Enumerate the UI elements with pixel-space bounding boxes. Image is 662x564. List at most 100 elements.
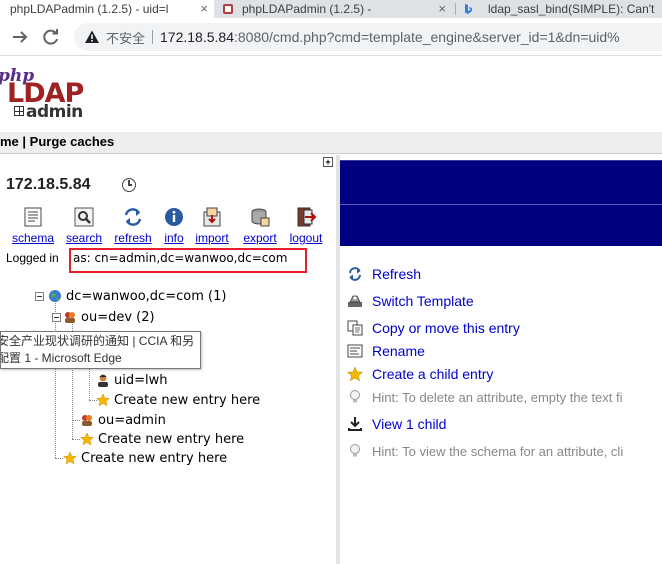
refresh-button[interactable]: refresh [110,206,156,246]
tree-connector [72,420,80,421]
close-icon[interactable]: × [200,1,208,16]
bing-icon [465,4,472,14]
collapse-toggle[interactable] [52,313,61,322]
create-entry-link-dev[interactable]: Create new entry here [80,430,244,448]
rename-action[interactable]: Rename [347,341,425,361]
star-icon [347,366,363,382]
refresh-action[interactable]: Refresh [347,264,421,284]
user-icon [98,374,108,387]
copy-move-label: Copy or move this entry [372,320,520,336]
lightbulb-icon [350,444,360,457]
highlight-box [69,248,307,273]
logged-in-label: Logged in [6,251,59,265]
purge-caches-link[interactable]: Purge caches [30,134,115,149]
url-host: 172.18.5.84 [160,29,234,45]
close-icon[interactable]: × [438,1,446,16]
tree-node-label: dc=wanwoo,dc=com (1) [66,288,227,304]
tab-title: ldap_sasl_bind(SIMPLE): Can't [488,2,655,16]
search-label: search [65,231,103,245]
rename-label: Rename [372,343,425,359]
create-entry-link-root[interactable]: Create new entry here [63,449,227,467]
expand-pane-button[interactable]: + [323,157,333,167]
export-label: export [243,231,277,245]
copy-icon [347,320,363,336]
schema-hint-text: Hint: To view the schema for an attribut… [372,443,624,459]
tree-node-root[interactable]: dc=wanwoo,dc=com (1) [48,287,226,305]
template-icon [348,295,362,307]
tree-connector [55,301,56,458]
tab-phpldapadmin[interactable]: phpLDAPadmin (1.2.5) - × [222,0,452,18]
create-entry-label: Create new entry here [98,431,245,447]
create-child-label: Create a child entry [372,366,494,382]
clock-icon [122,178,136,192]
reload-icon [43,29,58,45]
phpldapadmin-logo[interactable]: php LDAP admin [0,64,92,122]
browser-toolbar: 不安全 172.18.5.84 :8080/cmd.php?cmd=templa… [0,18,662,56]
create-entry-link-lwh[interactable]: Create new entry here [96,391,260,409]
tree-connector [55,458,63,459]
warning-icon [85,30,99,43]
browser-tab-bar: phpLDAPadmin (1.2.5) - uid=l × phpLDAPad… [0,0,662,18]
import-label: import [195,231,229,245]
create-child-action[interactable]: Create a child entry [347,364,493,384]
reload-button[interactable] [40,26,62,48]
view-child-action[interactable]: View 1 child [347,414,446,434]
export-icon [251,208,270,227]
copy-move-action[interactable]: Copy or move this entry [347,318,520,338]
star-icon [96,393,110,407]
search-icon [74,207,94,227]
tree-node-ou-admin[interactable]: ou=admin [80,411,166,429]
tree-node-uid-lwh[interactable]: uid=lwh [96,371,167,389]
tab-phpldapadmin-active[interactable]: phpLDAPadmin (1.2.5) - uid=l × [0,0,214,18]
logout-icon [297,207,317,227]
schema-button[interactable]: schema [10,206,56,246]
tooltip-line: 配置 1 - Microsoft Edge [0,351,122,365]
export-button[interactable]: export [238,206,282,246]
tree-connector [72,439,80,440]
switch-template-label: Switch Template [372,293,474,309]
delete-hint-text: Hint: To delete an attribute, empty the … [372,389,623,405]
organization-icon [65,312,75,323]
edge-tab-tooltip: 安全产业现状调研的通知 | CCIA 和另 配置 1 - Microsoft E… [0,331,201,369]
arrow-right-icon [13,31,28,43]
logout-button[interactable]: logout [286,206,326,246]
rename-icon [347,344,363,358]
search-button[interactable]: search [62,206,106,246]
star-icon [63,451,77,465]
nav-separator: | [18,134,30,149]
logo-grid-icon [14,106,24,116]
schema-label: schema [11,231,55,245]
tab-separator [455,3,456,15]
tab-title: phpLDAPadmin (1.2.5) - uid=l [10,2,169,16]
forward-button[interactable] [9,26,31,48]
tab-title: phpLDAPadmin (1.2.5) - [242,2,372,16]
tooltip-line: 安全产业现状调研的通知 | CCIA 和另 [0,334,195,348]
info-icon [165,208,183,226]
refresh-label: Refresh [372,266,422,282]
url-path: :8080/cmd.php?cmd=template_engine&server… [233,29,620,45]
security-label[interactable]: 不安全 [106,28,145,47]
home-link[interactable]: me [0,134,19,149]
organization-icon [82,415,92,426]
schema-hint: Hint: To view the schema for an attribut… [347,441,623,461]
refresh-label: refresh [114,231,152,245]
star-icon [80,432,94,446]
globe-icon [49,290,61,302]
collapse-toggle[interactable] [35,292,44,301]
refresh-icon [349,267,361,281]
tree-node-ou-dev[interactable]: ou=dev (2) [63,308,155,326]
create-entry-label: Create new entry here [114,392,261,408]
view-child-label: View 1 child [372,416,447,432]
address-bar[interactable]: 不安全 172.18.5.84 :8080/cmd.php?cmd=templa… [74,23,662,51]
tab-ldap-sasl-bind[interactable]: ldap_sasl_bind(SIMPLE): Can't [462,0,662,18]
info-label: info [164,231,184,245]
tree-node-label: uid=lwh [114,372,168,388]
logo-admin-text: admin [26,102,83,122]
download-arrow-icon [348,417,362,431]
address-separator [152,30,154,44]
import-button[interactable]: import [192,206,232,246]
info-button[interactable]: info [160,206,188,246]
switch-template-action[interactable]: Switch Template [347,291,474,311]
top-navigation: me | Purge caches [0,132,662,154]
schema-icon [24,207,42,227]
